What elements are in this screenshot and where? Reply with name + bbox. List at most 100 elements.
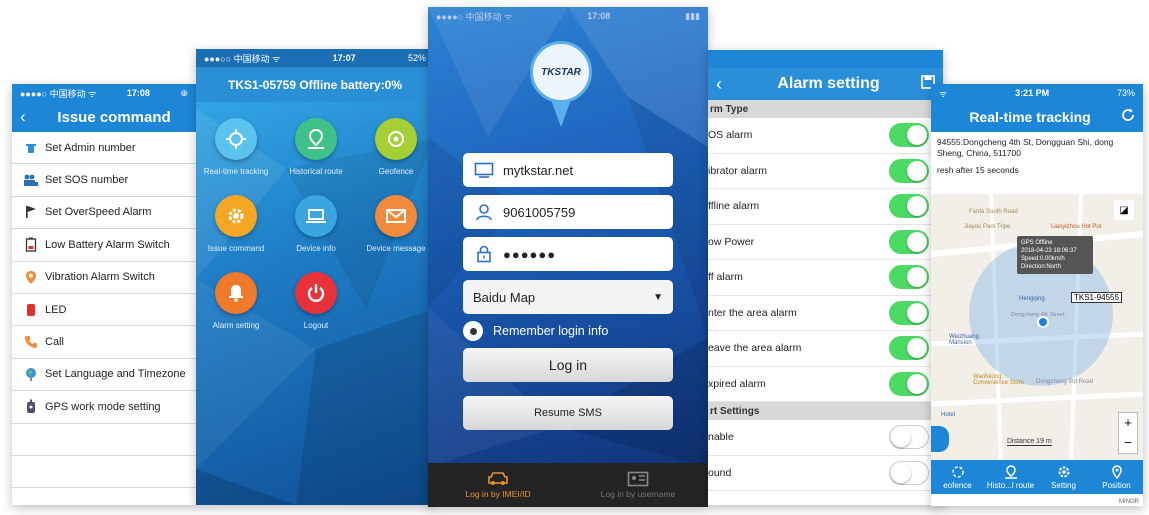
server-field[interactable]: mytkstar.net [463, 153, 673, 187]
wifi-icon: ᯤ [939, 88, 948, 99]
status-bar: ●●●●○ 中国移动 ᯤ 17:08 ▮▮▮ [428, 7, 708, 25]
nav-bar: ‹ Issue command [12, 102, 196, 132]
battery-icon [20, 237, 42, 253]
tile-label: Device info [296, 244, 336, 253]
toggle-switch[interactable] [889, 265, 929, 290]
command-label: GPS work mode setting [45, 400, 161, 413]
toggle-switch[interactable] [889, 229, 929, 254]
map-label: Hengqing [1019, 296, 1045, 302]
tile-label: Logout [303, 321, 329, 330]
tile-device-info[interactable]: Device info [277, 195, 355, 253]
tile-alarm-setting[interactable]: Alarm setting [197, 272, 275, 330]
street-view-button[interactable] [931, 426, 949, 452]
crosshair-icon [215, 118, 257, 160]
nav-historical-route[interactable]: Histo...l route [984, 460, 1037, 494]
section-header-alarm-type: rm Type [708, 100, 943, 118]
command-item-sos[interactable]: Set SOS number [12, 164, 196, 197]
geofence-icon [951, 465, 965, 481]
back-icon[interactable]: ‹ [716, 74, 736, 95]
toggle-switch[interactable] [889, 460, 929, 485]
mail-icon [375, 195, 417, 237]
resume-sms-button[interactable]: Resume SMS [463, 396, 673, 430]
popup-line: 2018-04-23 18:06:37 [1021, 248, 1077, 254]
account-value: 9061005759 [503, 204, 576, 220]
map-label: Hotel [941, 412, 956, 418]
map-type-select[interactable]: Baidu Map ▼ [463, 280, 673, 314]
tab-login-imei[interactable]: Log in by IMEI/ID [428, 463, 568, 507]
command-item-led[interactable]: LED [12, 294, 196, 327]
command-item-vibration[interactable]: Vibration Alarm Switch [12, 262, 196, 294]
command-item-language[interactable]: Set Language and Timezone [12, 359, 196, 392]
login-tab-bar: Log in by IMEI/ID Log in by username [428, 463, 708, 507]
back-icon[interactable]: ‹ [20, 107, 40, 127]
alarm-label: OS alarm [708, 129, 753, 142]
remember-login-option[interactable]: Remember login info [463, 321, 608, 341]
route-icon [1004, 464, 1018, 481]
nav-geofence[interactable]: eofence [931, 460, 984, 494]
command-label: LED [45, 303, 67, 316]
map-view[interactable]: Fanta South Road Jiayou Park Tripe Liaoy… [931, 194, 1143, 464]
toggle-switch[interactable] [889, 123, 929, 148]
login-screen: ●●●●○ 中国移动 ᯤ 17:08 ▮▮▮ TKSTAR mytkstar.n… [428, 7, 708, 507]
command-label: Set Admin number [45, 141, 136, 154]
password-field[interactable]: ●●●●●● [463, 237, 673, 271]
section-header-alert-settings: rt Settings [708, 402, 943, 420]
toggle-switch[interactable] [889, 425, 929, 450]
tile-label: Alarm setting [212, 321, 260, 330]
id-card-icon [627, 471, 649, 489]
map-layers-icon[interactable]: ◪ [1114, 200, 1134, 220]
remember-label: Remember login info [493, 324, 609, 338]
tile-realtime-tracking[interactable]: Real-time tracking [197, 118, 275, 176]
map-label: Jiayou Park Tripe [964, 224, 1011, 230]
status-bar: ●●●○○ 中国移动 ᯤ 17:07 52% [196, 49, 434, 67]
alarm-list: OS alarm ibrator alarm ffline alarm ow P… [708, 118, 943, 402]
empty-row [12, 424, 196, 456]
toggle-switch[interactable] [889, 336, 929, 361]
app-screenshot-collage: ●●●●○ 中国移动 ᯤ 17:08 ⊕ ‹ Issue command Set… [0, 0, 1149, 515]
tkstar-logo: TKSTAR [530, 41, 592, 103]
toggle-switch[interactable] [889, 371, 929, 396]
radio-button[interactable] [463, 321, 483, 341]
map-label: Dongcheng 3rd Road [1036, 379, 1094, 385]
tile-label: Historical route [289, 167, 343, 176]
device-location-marker[interactable] [1037, 316, 1049, 328]
nav-setting[interactable]: Setting [1037, 460, 1090, 494]
login-button[interactable]: Log in [463, 348, 673, 382]
tile-label: Geofence [378, 167, 414, 176]
zoom-out-button[interactable]: − [1119, 433, 1137, 453]
page-title: Alarm setting [777, 75, 880, 92]
nav-bar: ‹ Alarm setting [708, 68, 943, 100]
alarm-row-expired: xpired alarm [708, 367, 943, 402]
caret-down-icon: ▼ [653, 291, 663, 303]
refresh-countdown: resh after 15 seconds [937, 165, 1019, 175]
nav-label: Histo...l route [986, 480, 1035, 490]
alarm-label: ow Power [708, 235, 755, 248]
command-item-admin[interactable]: Set Admin number [12, 132, 196, 165]
pin-icon [20, 270, 42, 285]
nav-position[interactable]: Position [1090, 460, 1143, 494]
refresh-icon[interactable] [1121, 108, 1135, 127]
tab-login-username[interactable]: Log in by username [568, 463, 708, 507]
page-title: Issue command [57, 108, 171, 126]
tile-issue-command[interactable]: Issue command [197, 195, 275, 253]
tile-geofence[interactable]: Geofence [357, 118, 434, 176]
nav-label: Position [1102, 480, 1131, 490]
tile-logout[interactable]: Logout [277, 272, 355, 330]
tile-historical-route[interactable]: Historical route [277, 118, 355, 176]
tile-device-message[interactable]: Device message [357, 195, 434, 253]
clock: 3:21 PM [1015, 88, 1050, 98]
toggle-switch[interactable] [889, 194, 929, 219]
toggle-switch[interactable] [889, 158, 929, 183]
carrier-label: ●●●○○ 中国移动 ᯤ [204, 53, 281, 64]
logo-text: TKSTAR [541, 66, 581, 78]
command-item-call[interactable]: Call [12, 326, 196, 359]
command-item-overspeed[interactable]: Set OverSpeed Alarm [12, 197, 196, 230]
zoom-in-button[interactable]: + [1119, 413, 1137, 433]
toggle-switch[interactable] [889, 300, 929, 325]
command-item-gps-mode[interactable]: GPS work mode setting [12, 391, 196, 424]
alarm-label: ff alarm [708, 271, 743, 284]
account-field[interactable]: 9061005759 [463, 195, 673, 229]
alarm-label: ffline alarm [708, 200, 760, 213]
command-item-low-battery[interactable]: Low Battery Alarm Switch [12, 229, 196, 262]
scale-distance: Distance 19 m [1007, 438, 1052, 446]
